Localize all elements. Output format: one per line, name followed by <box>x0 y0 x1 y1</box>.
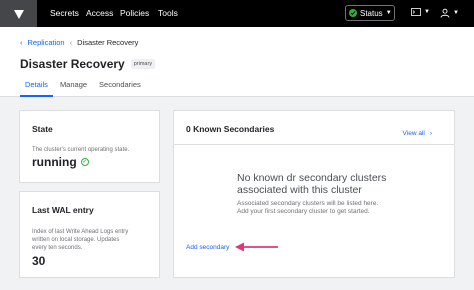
nav-access-link[interactable]: Access <box>86 8 113 18</box>
wal-desc-line-1: Index of last Write Ahead Logs entry <box>32 229 129 235</box>
secondaries-card: 0 Known Secondaries View all › No known … <box>173 110 455 278</box>
breadcrumb-chevron-left-icon: ‹ <box>20 38 23 47</box>
check-circle-icon: ✓ <box>80 158 89 166</box>
chevron-down-icon: ▼ <box>424 9 430 15</box>
state-card-title: State <box>32 124 53 134</box>
empty-body-line-2: Add your first secondary cluster to get … <box>237 208 370 215</box>
view-all-link[interactable]: View all › <box>403 130 432 137</box>
empty-title-line-2: associated with this cluster <box>237 184 362 196</box>
top-navigation: Secrets Access Policies Tools Status ▼ ▼… <box>0 0 474 27</box>
page-title: Disaster Recovery <box>20 57 125 71</box>
user-menu[interactable]: ▼ <box>440 8 459 18</box>
wal-card-title: Last WAL entry <box>32 205 94 215</box>
view-all-label: View all <box>402 130 425 137</box>
status-button[interactable]: Status ▼ <box>345 5 395 21</box>
status-label: Status <box>360 8 383 18</box>
terminal-icon <box>411 8 421 16</box>
nav-secrets-link[interactable]: Secrets <box>50 8 79 18</box>
state-value-text: running <box>32 155 77 169</box>
tab-bar: Details Manage Secondaries <box>20 80 148 97</box>
empty-state-body: Associated secondary clusters will be li… <box>237 200 417 216</box>
title-row: Disaster Recovery primary <box>20 57 156 71</box>
primary-badge: primary <box>130 59 156 69</box>
empty-body-line-1: Associated secondary clusters will be li… <box>237 200 379 207</box>
console-menu[interactable]: ▼ <box>411 8 430 16</box>
breadcrumb: ‹ Replication ‹ Disaster Recovery <box>20 38 138 47</box>
card-divider <box>174 144 454 145</box>
vault-logo[interactable] <box>0 0 37 27</box>
breadcrumb-replication-link[interactable]: Replication <box>28 38 65 47</box>
breadcrumb-current: Disaster Recovery <box>77 38 139 47</box>
status-ok-icon <box>349 9 357 17</box>
state-card: State The cluster's current operating st… <box>19 110 160 183</box>
chevron-down-icon: ▼ <box>453 10 459 16</box>
wal-value: 30 <box>32 254 46 268</box>
empty-title-line-1: No known dr secondary clusters <box>237 172 387 184</box>
page-header: ‹ Replication ‹ Disaster Recovery Disast… <box>0 27 474 97</box>
wal-desc-line-3: every ten seconds. <box>32 245 83 251</box>
tab-manage[interactable]: Manage <box>55 80 92 97</box>
chevron-down-icon: ▼ <box>385 10 392 16</box>
wal-card: Last WAL entry Index of last Write Ahead… <box>19 191 160 278</box>
state-value: running ✓ <box>32 155 89 169</box>
user-icon <box>440 8 450 18</box>
annotation-arrow-icon <box>235 242 278 252</box>
add-secondary-link[interactable]: Add secondary <box>186 244 229 251</box>
state-card-description: The cluster's current operating state. <box>32 147 130 153</box>
wal-desc-line-2: written on local storage. Updates <box>32 237 120 243</box>
nav-policies-link[interactable]: Policies <box>120 8 149 18</box>
nav-tools-link[interactable]: Tools <box>158 8 178 18</box>
empty-state-title: No known dr secondary clusters associate… <box>237 172 412 196</box>
chevron-right-icon: › <box>429 130 432 137</box>
secondaries-card-title: 0 Known Secondaries <box>186 124 275 134</box>
wal-card-description: Index of last Write Ahead Logs entry wri… <box>32 228 128 252</box>
tab-secondaries[interactable]: Secondaries <box>94 80 146 97</box>
tab-details[interactable]: Details <box>20 80 53 97</box>
breadcrumb-separator-icon: ‹ <box>69 38 73 47</box>
